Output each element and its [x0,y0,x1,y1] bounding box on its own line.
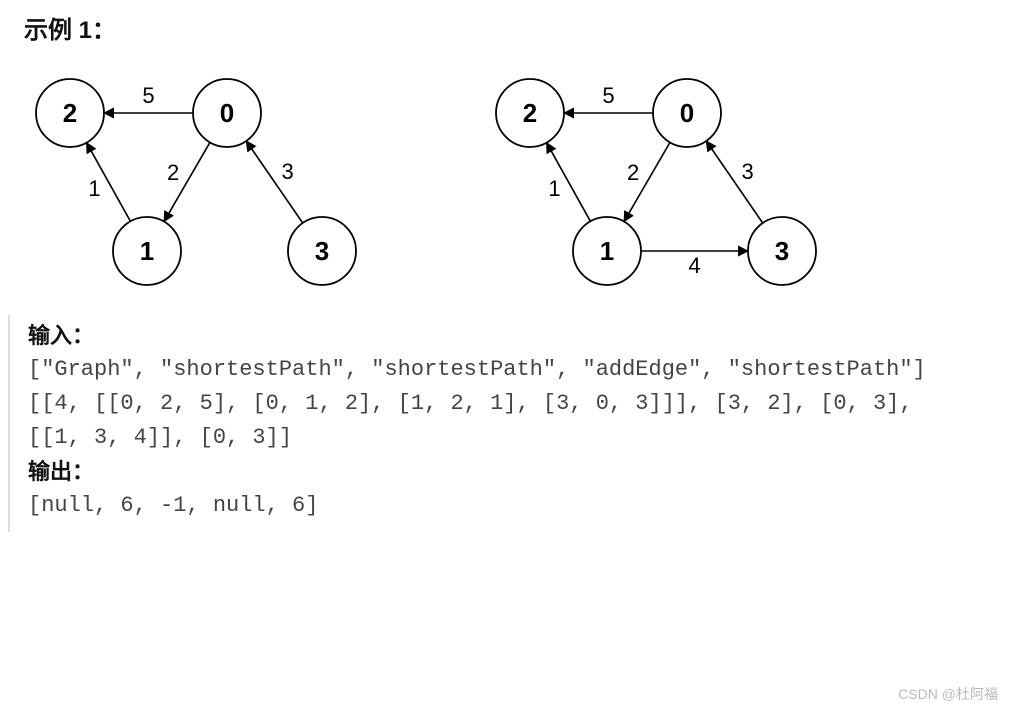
graph-node-label: 2 [523,98,537,128]
graphs-row: 5 2 1 3 0 1 2 3 5 2 1 3 4 0 1 2 3 [32,51,1020,311]
graph-node-label: 0 [680,98,694,128]
edge-weight: 5 [142,83,154,108]
example-title: 示例 1： [24,10,1020,45]
edge-weight: 3 [742,159,754,184]
io-block: 输入： ["Graph", "shortestPath", "shortestP… [8,315,1020,532]
input-line-1: ["Graph", "shortestPath", "shortestPath"… [28,353,968,387]
edge [706,141,762,223]
graph-node-label: 3 [775,236,789,266]
output-line: [null, 6, -1, null, 6] [28,489,968,523]
edge-weight: 2 [627,160,639,185]
graph-left: 5 2 1 3 0 1 2 3 [32,51,392,311]
graph-right: 5 2 1 3 4 0 1 2 3 [492,51,852,311]
edge-weight: 1 [88,176,100,201]
output-label: 输出： [28,455,1020,489]
watermark: CSDN @杜阿福 [898,684,998,704]
edge [246,141,302,223]
input-label: 输入： [28,319,1020,353]
graph-node-label: 1 [600,236,614,266]
graph-node-label: 1 [140,236,154,266]
graph-node-label: 2 [63,98,77,128]
edge-weight: 3 [282,159,294,184]
edge-weight: 4 [688,253,700,278]
input-line-2: [[4, [[0, 2, 5], [0, 1, 2], [1, 2, 1], [… [28,387,968,455]
graph-node-label: 3 [315,236,329,266]
graph-node-label: 0 [220,98,234,128]
edge-weight: 1 [548,176,560,201]
edge-weight: 2 [167,160,179,185]
edge-weight: 5 [602,83,614,108]
